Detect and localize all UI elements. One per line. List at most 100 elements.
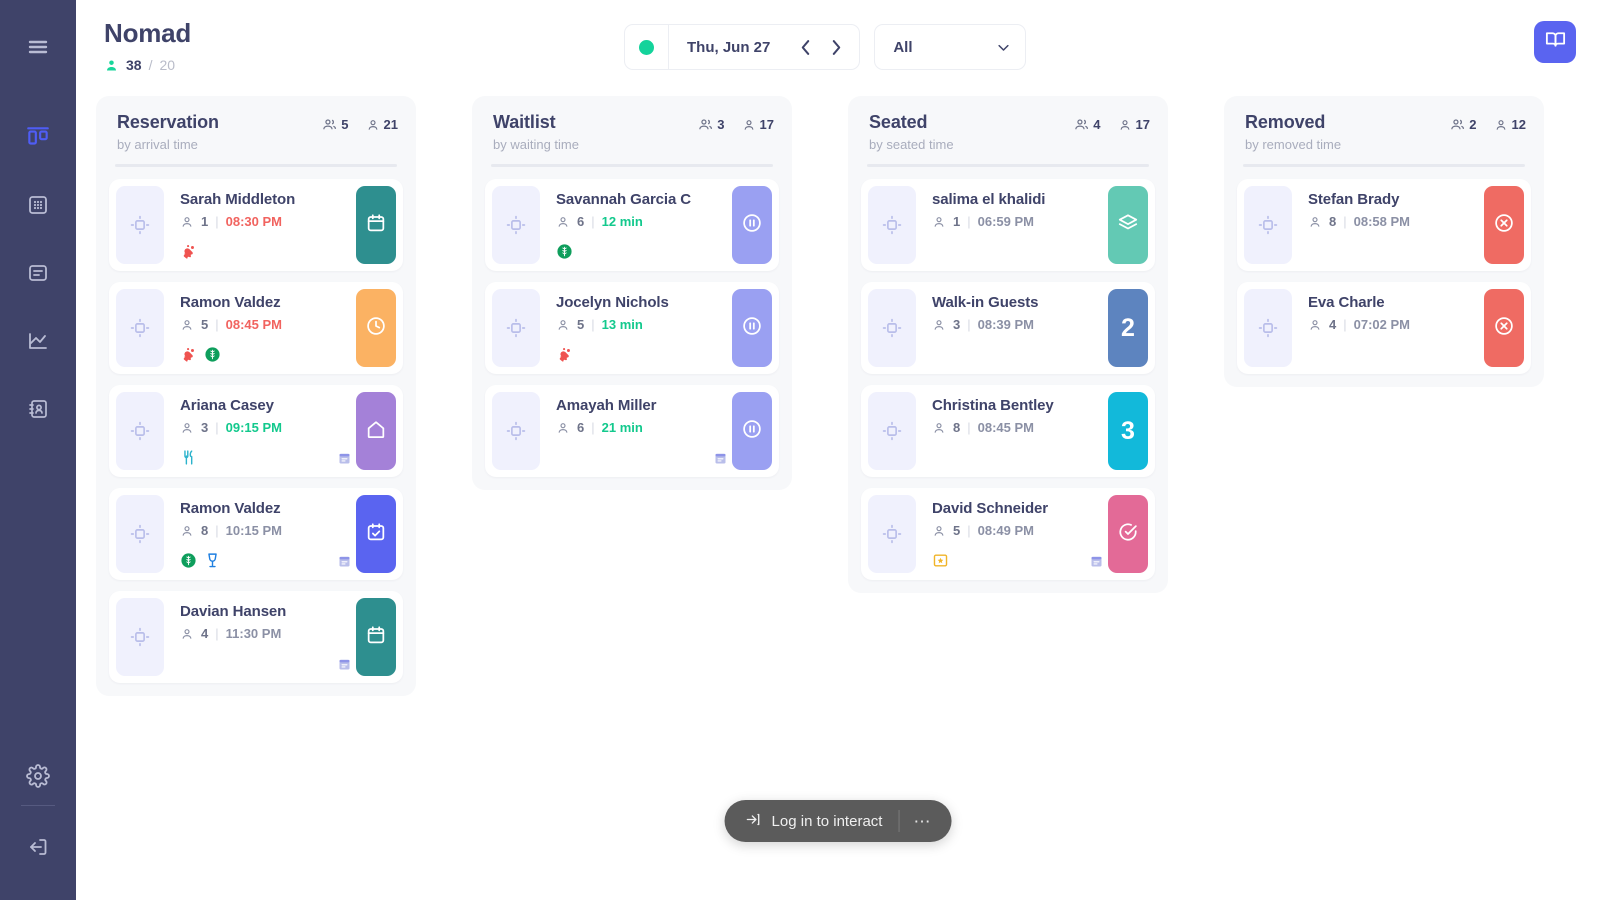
party-count: 5: [322, 117, 349, 132]
filter-dropdown[interactable]: All: [874, 24, 1027, 70]
note-icon[interactable]: [337, 554, 352, 569]
card-drag-handle[interactable]: [492, 186, 540, 264]
sidebar-item-reports[interactable]: [15, 250, 61, 296]
wine-glass-icon: [204, 552, 221, 569]
clock-icon: [365, 315, 387, 342]
card-action-button[interactable]: [1484, 289, 1524, 367]
card-action-button[interactable]: [356, 289, 396, 367]
card-time: 10:15 PM: [225, 523, 282, 538]
person-icon: [556, 421, 570, 435]
card-action-button[interactable]: [356, 186, 396, 264]
card-drag-handle[interactable]: [1244, 186, 1292, 264]
card-action-button[interactable]: [732, 186, 772, 264]
guest-card[interactable]: David Schneider 5 | 08:49 PM: [861, 488, 1155, 580]
guest-card[interactable]: Ramon Valdez 5 | 08:45 PM: [109, 282, 403, 374]
cancel-circle-icon: [1493, 315, 1515, 342]
guest-card[interactable]: Eva Charle 4 | 07:02 PM: [1237, 282, 1531, 374]
card-drag-handle[interactable]: [492, 392, 540, 470]
column-card-list: Stefan Brady 8 | 08:58 PM Eva Charle 4 | 07:02 …: [1237, 179, 1531, 374]
column-waitlist: Waitlist by waiting time 3 17 Savannah Garci…: [472, 96, 792, 490]
sidebar-item-board[interactable]: [15, 114, 61, 160]
meta-separator: |: [215, 523, 219, 538]
guest-card[interactable]: Walk-in Guests 3 | 08:39 PM 2: [861, 282, 1155, 374]
card-drag-handle[interactable]: [116, 598, 164, 676]
card-drag-handle[interactable]: [868, 186, 916, 264]
card-drag-handle[interactable]: [1244, 289, 1292, 367]
pause-icon: [741, 212, 763, 239]
card-action-button[interactable]: [356, 392, 396, 470]
column-title-block: Removed by removed time: [1245, 112, 1341, 152]
date-nav-group: [796, 36, 845, 58]
guest-card[interactable]: Savannah Garcia C 6 | 12 min: [485, 179, 779, 271]
guest-name: David Schneider: [932, 500, 1049, 517]
login-label: Log in to interact: [771, 812, 883, 830]
card-drag-handle[interactable]: [868, 289, 916, 367]
card-meta: 8 | 08:58 PM: [1308, 214, 1478, 229]
column-card-list: salima el khalidi 1 | 06:59 PM Walk-in Guest…: [861, 179, 1155, 580]
gluten-free-icon: [180, 552, 197, 569]
column-divider: [491, 164, 773, 167]
card-time: 07:02 PM: [1353, 317, 1410, 332]
guest-card[interactable]: Ramon Valdez 8 | 10:15 PM: [109, 488, 403, 580]
guest-card[interactable]: Davian Hansen 4 | 11:30 PM: [109, 591, 403, 683]
guest-card[interactable]: Jocelyn Nichols 5 | 13 min: [485, 282, 779, 374]
card-drag-handle[interactable]: [868, 392, 916, 470]
note-icon[interactable]: [337, 451, 352, 466]
column-seated: Seated by seated time 4 17 salima el khalidi…: [848, 96, 1168, 593]
calendar-check-icon: [365, 521, 387, 548]
party-count: 3: [698, 117, 725, 132]
login-to-interact-button[interactable]: Log in to interact: [745, 811, 899, 832]
card-action-button[interactable]: [1484, 186, 1524, 264]
column-title-block: Reservation by arrival time: [117, 112, 219, 152]
allergy-icon: [180, 243, 197, 260]
next-day-button[interactable]: [827, 36, 845, 58]
guest-card[interactable]: Ariana Casey 3 | 09:15 PM: [109, 385, 403, 477]
guest-count: 21: [366, 117, 398, 132]
prev-day-button[interactable]: [796, 36, 814, 58]
person-icon: [180, 627, 194, 641]
guest-card[interactable]: Sarah Middleton 1 | 08:30 PM: [109, 179, 403, 271]
column-header: Reservation by arrival time 5 21: [109, 112, 403, 152]
sidebar-item-floorplan[interactable]: [15, 182, 61, 228]
card-action-button[interactable]: [356, 598, 396, 676]
card-action-button[interactable]: 3: [1108, 392, 1148, 470]
login-more-button[interactable]: ⋯: [899, 800, 945, 842]
card-drag-handle[interactable]: [116, 186, 164, 264]
service-status-toggle[interactable]: [625, 25, 669, 69]
card-drag-handle[interactable]: [868, 495, 916, 573]
card-action-button[interactable]: [1108, 495, 1148, 573]
card-meta: 1 | 08:30 PM: [180, 214, 350, 229]
card-badges: [556, 243, 573, 260]
reservation-book-button[interactable]: [1534, 21, 1576, 63]
person-icon: [180, 215, 194, 229]
chevron-down-icon: [996, 40, 1011, 55]
sidebar-item-settings[interactable]: [15, 753, 61, 799]
card-action-button[interactable]: 2: [1108, 289, 1148, 367]
guest-card[interactable]: Stefan Brady 8 | 08:58 PM: [1237, 179, 1531, 271]
guest-card[interactable]: salima el khalidi 1 | 06:59 PM: [861, 179, 1155, 271]
sidebar-item-analytics[interactable]: [15, 318, 61, 364]
person-icon: [104, 58, 119, 73]
calendar-icon: [365, 212, 387, 239]
sidebar-item-logout[interactable]: [15, 824, 61, 870]
note-icon[interactable]: [337, 657, 352, 672]
card-action-button[interactable]: [732, 392, 772, 470]
card-action-button[interactable]: [356, 495, 396, 573]
card-drag-handle[interactable]: [116, 495, 164, 573]
gluten-free-icon: [204, 346, 221, 363]
note-icon[interactable]: [1089, 554, 1104, 569]
party-count-value: 3: [717, 117, 725, 132]
card-time: 21 min: [601, 420, 643, 435]
card-drag-handle[interactable]: [116, 289, 164, 367]
note-icon[interactable]: [713, 451, 728, 466]
sidebar-item-menu-toggle[interactable]: [15, 24, 61, 70]
guest-card[interactable]: Christina Bentley 8 | 08:45 PM 3: [861, 385, 1155, 477]
card-action-button[interactable]: [1108, 186, 1148, 264]
card-drag-handle[interactable]: [116, 392, 164, 470]
column-card-list: Sarah Middleton 1 | 08:30 PM Ramon Valdez 5 | 0…: [109, 179, 403, 683]
sidebar-item-contacts[interactable]: [15, 386, 61, 432]
date-cell[interactable]: Thu, Jun 27: [669, 25, 859, 69]
guest-card[interactable]: Amayah Miller 6 | 21 min: [485, 385, 779, 477]
card-action-button[interactable]: [732, 289, 772, 367]
card-drag-handle[interactable]: [492, 289, 540, 367]
